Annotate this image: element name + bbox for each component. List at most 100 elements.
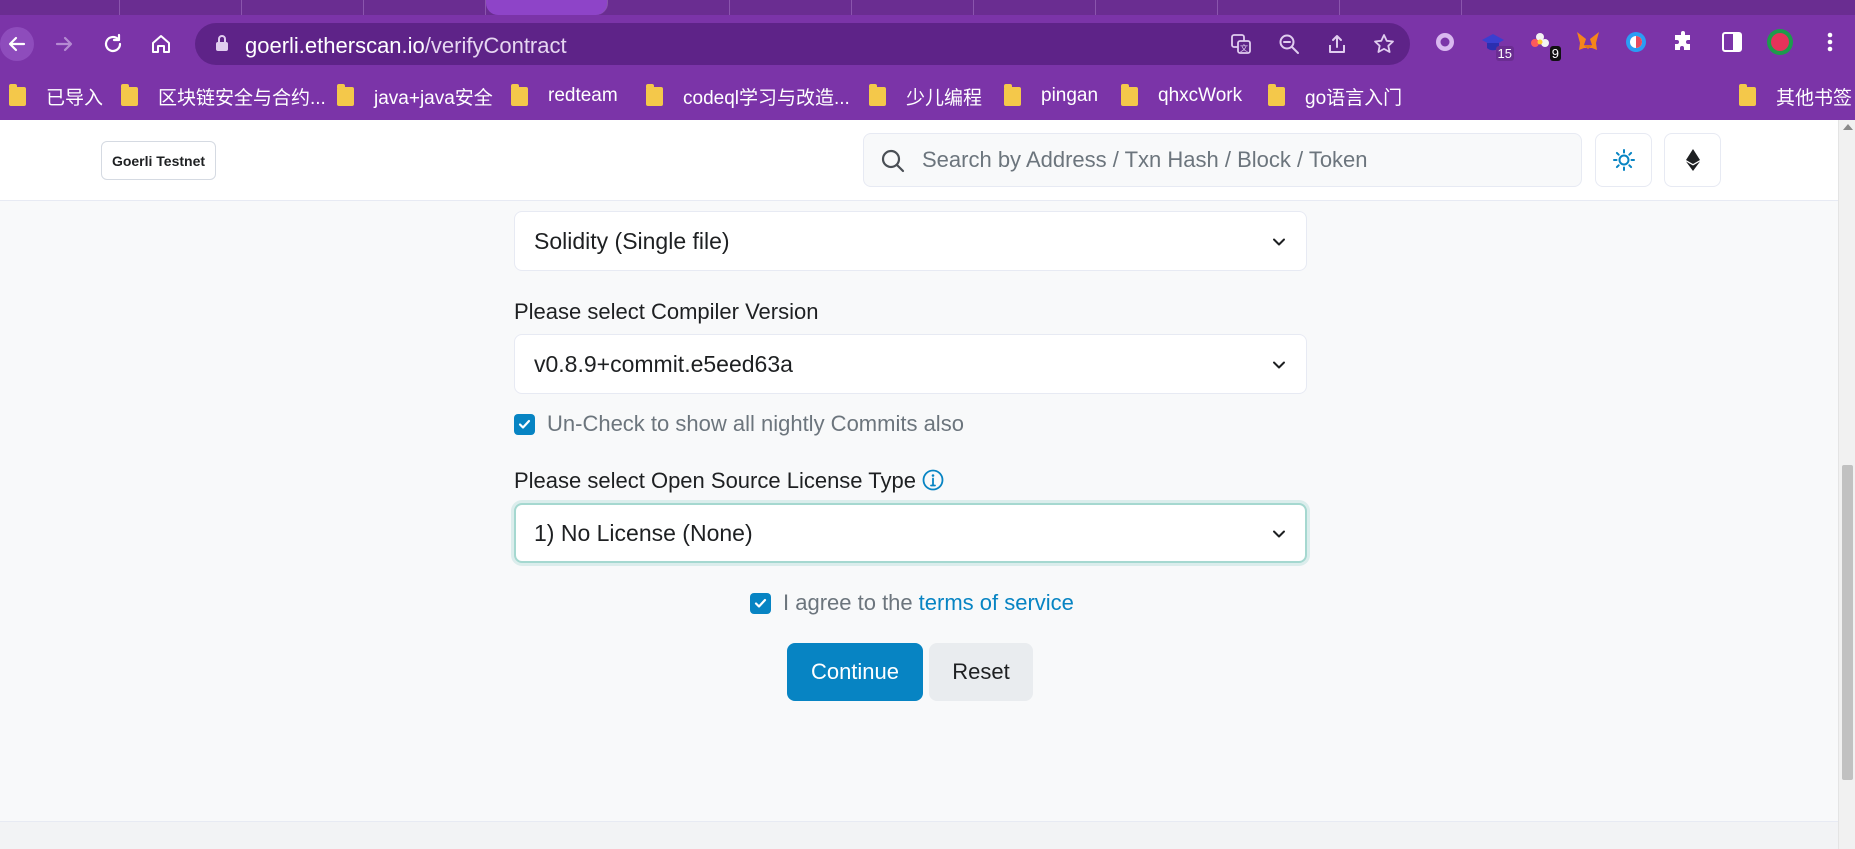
network-badge[interactable]: Goerli Testnet [101, 141, 216, 180]
ethereum-icon [1685, 149, 1700, 171]
license-type-label: Please select Open Source License Type [514, 468, 944, 494]
theme-toggle-button[interactable] [1595, 133, 1652, 187]
search-input[interactable] [922, 134, 1572, 186]
bookmark-label: pingan [1041, 85, 1099, 106]
nightly-commits-label: Un-Check to show all nightly Commits als… [547, 411, 964, 436]
terms-agreement-text: I agree to the [783, 590, 913, 615]
license-type-value: 1) No License (None) [534, 520, 753, 546]
bookmark-label: 已导入 [46, 87, 104, 109]
translate-icon[interactable]: 文 [1228, 31, 1254, 57]
menu-kebab-icon[interactable] [1815, 27, 1845, 57]
metamask-fox-icon[interactable] [1573, 27, 1603, 57]
compiler-version-select[interactable]: v0.8.9+commit.e5eed63a [514, 334, 1307, 394]
terms-agreement-checkbox[interactable] [750, 592, 771, 614]
home-button[interactable] [144, 27, 178, 61]
compiler-type-value: Solidity (Single file) [534, 228, 730, 254]
chevron-down-icon [1273, 361, 1285, 369]
bookmark-folder[interactable]: qhxcWork [1121, 83, 1242, 109]
verify-contract-form: Solidity (Single file) Please select Com… [0, 201, 1838, 821]
browser-tab[interactable] [1340, 0, 1462, 15]
browser-tab[interactable] [974, 0, 1096, 15]
network-switch-button[interactable] [1664, 133, 1721, 187]
folder-icon [511, 83, 528, 106]
arrow-right-icon [55, 36, 73, 52]
browser-tab[interactable] [608, 0, 730, 15]
folder-icon [121, 83, 138, 106]
license-type-select[interactable]: 1) No License (None) [514, 503, 1307, 563]
share-icon[interactable] [1324, 31, 1350, 57]
bookmark-folder[interactable]: pingan [1004, 83, 1098, 109]
folder-icon [1739, 83, 1756, 106]
reset-button[interactable]: Reset [929, 643, 1033, 701]
nightly-commits-option: Un-Check to show all nightly Commits als… [514, 411, 964, 437]
reload-icon [104, 33, 122, 53]
url-host: goerli.etherscan.io [245, 33, 425, 58]
back-button[interactable] [0, 27, 34, 61]
folder-icon [1004, 83, 1021, 106]
browser-tab[interactable] [242, 0, 364, 15]
compiler-type-select[interactable]: Solidity (Single file) [514, 211, 1307, 271]
page-scrollbar[interactable] [1838, 120, 1855, 849]
info-icon[interactable] [922, 469, 944, 491]
nightly-commits-checkbox[interactable] [514, 413, 535, 435]
bookmark-folder[interactable]: codeql学习与改造... [646, 83, 850, 109]
chevron-down-icon [1273, 238, 1285, 246]
bookmark-folder[interactable]: go语言入门 [1268, 83, 1402, 109]
folder-icon [646, 83, 663, 106]
zoom-out-icon[interactable] [1276, 31, 1302, 57]
bookmark-label: 其他书签 [1776, 87, 1853, 109]
license-type-label-text: Please select Open Source License Type [514, 468, 916, 493]
bookmark-label: java+java安全 [374, 87, 493, 109]
forward-button[interactable] [47, 27, 81, 61]
other-bookmarks-folder[interactable]: 其他书签 [1739, 83, 1852, 109]
bookmark-label: qhxcWork [1158, 85, 1243, 106]
browser-tab[interactable] [852, 0, 974, 15]
folder-icon [9, 83, 26, 106]
compiler-version-label: Please select Compiler Version [514, 299, 819, 324]
chevron-down-icon [1273, 530, 1285, 538]
bookmark-label: redteam [548, 85, 618, 106]
bookmark-folder[interactable]: java+java安全 [337, 83, 493, 109]
bookmark-folder[interactable]: redteam [511, 83, 618, 109]
folder-icon [869, 83, 886, 106]
site-header: Goerli Testnet [0, 120, 1838, 201]
browser-tab[interactable] [1218, 0, 1340, 15]
bookmark-folder[interactable]: 区块链安全与合约... [121, 83, 326, 109]
terms-of-service-link[interactable]: terms of service [919, 590, 1074, 616]
bookmark-label: go语言入门 [1305, 87, 1403, 109]
bookmark-star-icon[interactable] [1371, 31, 1397, 57]
folder-icon [1121, 83, 1138, 106]
extension-ring-icon[interactable] [1430, 27, 1460, 57]
browser-tab[interactable] [120, 0, 242, 15]
url-path: /verifyContract [424, 33, 567, 58]
arrow-left-icon [8, 36, 26, 52]
bookmark-folder[interactable]: 少儿编程 [869, 83, 982, 109]
browser-tab-active[interactable] [486, 0, 608, 15]
side-panel-icon[interactable] [1717, 27, 1747, 57]
profile-avatar-icon[interactable] [1765, 27, 1795, 57]
bookmark-label: 区块链安全与合约... [158, 87, 326, 109]
browser-tab[interactable] [1096, 0, 1218, 15]
home-icon [152, 35, 170, 53]
extension-circle-icon[interactable] [1621, 27, 1651, 57]
continue-button[interactable]: Continue [787, 643, 923, 701]
browser-tab[interactable] [730, 0, 852, 15]
extension-badge: 15 [1495, 46, 1514, 61]
scrollbar-thumb[interactable] [1842, 465, 1853, 780]
address-bar[interactable]: goerli.etherscan.io/verifyContract 文 [195, 23, 1410, 65]
browser-tab[interactable] [364, 0, 486, 15]
reload-button[interactable] [96, 27, 130, 61]
folder-icon [337, 83, 354, 106]
compiler-version-value: v0.8.9+commit.e5eed63a [534, 351, 793, 377]
scroll-up-arrow-icon[interactable] [1843, 124, 1853, 130]
browser-tab[interactable] [0, 0, 120, 15]
lock-icon [216, 35, 228, 51]
terms-agreement-option: I agree to the terms of service [750, 590, 1074, 616]
browser-toolbar: goerli.etherscan.io/verifyContract 文 15 … [0, 15, 1855, 71]
extension-flower-icon[interactable]: 9 [1525, 27, 1561, 61]
bookmark-folder[interactable]: 已导入 [9, 83, 103, 109]
extension-graduation-icon[interactable]: 15 [1478, 27, 1514, 61]
checkmark-icon [518, 419, 531, 429]
extensions-puzzle-icon[interactable] [1669, 27, 1699, 57]
search-box[interactable] [863, 133, 1582, 187]
